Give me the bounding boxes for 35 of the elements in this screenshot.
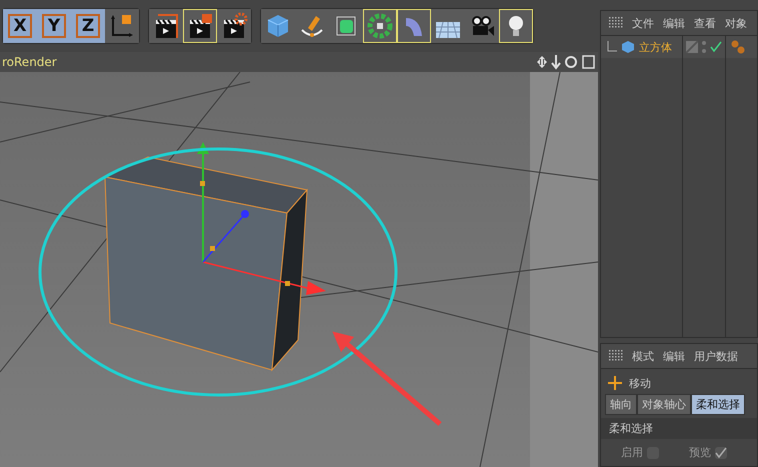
- menu-item[interactable]: 模式: [632, 348, 654, 364]
- checkbox[interactable]: [715, 446, 727, 458]
- viewport-title: roRender: [2, 55, 57, 69]
- check-icon[interactable]: [710, 41, 722, 53]
- menu-item[interactable]: 文件: [632, 16, 654, 30]
- cloner-icon: [366, 12, 394, 40]
- tree-line-icon: [607, 41, 617, 53]
- cube-icon: [621, 40, 635, 54]
- coordinates-icon: [109, 13, 135, 39]
- tab[interactable]: 轴向: [605, 394, 637, 415]
- tab[interactable]: 对象轴心: [637, 394, 691, 415]
- option-label: 启用: [621, 445, 643, 460]
- render-picture-button[interactable]: [183, 9, 217, 43]
- cloner-button[interactable]: [363, 9, 397, 43]
- menu-item[interactable]: 查看: [694, 16, 716, 30]
- option-label: 预览: [689, 445, 711, 460]
- viewport-navigation-icon[interactable]: [536, 54, 596, 70]
- material-spheres-icon[interactable]: [730, 39, 746, 55]
- axis-button[interactable]: Z: [71, 9, 105, 43]
- object-name[interactable]: 立方体: [639, 40, 672, 54]
- axis-button[interactable]: Y: [37, 9, 71, 43]
- menu-item[interactable]: 用户数据: [694, 348, 738, 364]
- axis-button[interactable]: X: [3, 9, 37, 43]
- move-icon: [607, 375, 623, 391]
- visibility-dots-icon[interactable]: [701, 40, 707, 54]
- tool-name: 移动: [629, 376, 651, 390]
- menu-item[interactable]: 对象: [725, 16, 747, 30]
- section-header: 柔和选择: [601, 418, 757, 439]
- menu-item[interactable]: 编辑: [663, 16, 685, 30]
- grip-icon[interactable]: [609, 17, 623, 29]
- light-button[interactable]: [499, 9, 533, 43]
- bend-button[interactable]: [397, 9, 431, 43]
- tab[interactable]: 柔和选择: [691, 394, 745, 415]
- grip-icon[interactable]: [609, 350, 623, 362]
- menu-item[interactable]: 编辑: [663, 348, 685, 364]
